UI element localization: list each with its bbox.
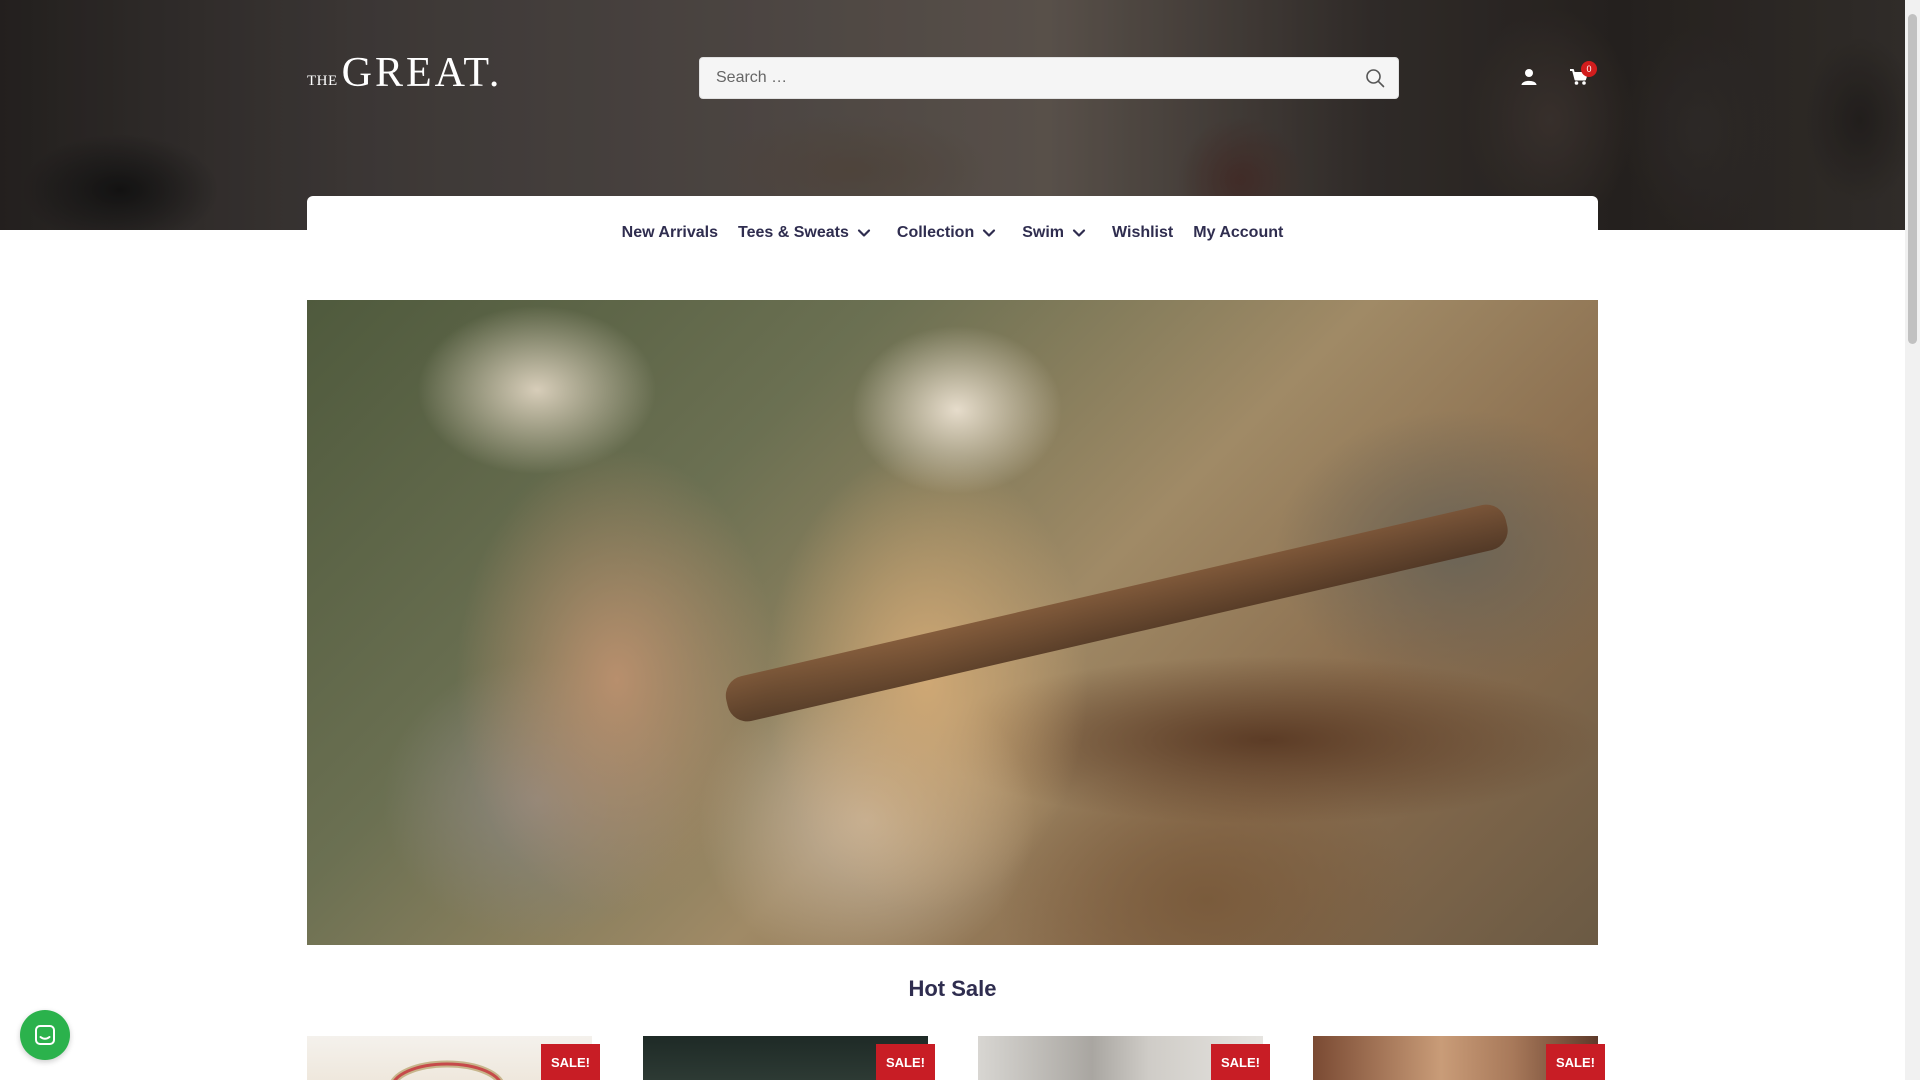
nav-item-swim[interactable]: Swim — [1012, 224, 1096, 242]
search-button[interactable] — [1352, 58, 1398, 98]
chevron-down-icon — [857, 229, 870, 237]
search-input[interactable] — [700, 58, 1352, 98]
nav-item-label: New Arrivals — [621, 224, 719, 241]
chat-icon — [35, 1025, 55, 1045]
logo-great: GREAT. — [341, 50, 503, 96]
nav-item-collection[interactable]: Collection — [887, 224, 1006, 242]
search-icon — [1366, 69, 1385, 88]
sale-badge: SALE! — [541, 1044, 600, 1080]
chat-widget-button[interactable] — [20, 1010, 70, 1060]
chevron-down-icon — [983, 229, 996, 237]
cart-count-badge: 0 — [1581, 61, 1597, 77]
sale-badge: SALE! — [876, 1044, 935, 1080]
logo-the: THE — [307, 73, 338, 89]
main-navigation: New Arrivals Tees & Sweats Collection Sw… — [307, 196, 1598, 270]
nav-item-label: Swim — [1022, 224, 1065, 241]
user-icon[interactable] — [1520, 68, 1538, 86]
site-logo[interactable]: THE GREAT. — [307, 52, 502, 94]
sale-badge: SALE! — [1211, 1044, 1270, 1080]
search-form — [699, 57, 1399, 99]
hero-banner-image[interactable] — [307, 300, 1598, 945]
nav-item-label: My Account — [1193, 224, 1284, 241]
nav-item-my-account[interactable]: My Account — [1183, 224, 1293, 242]
section-title-hot-sale: Hot Sale — [908, 976, 997, 1001]
nav-item-new-arrivals[interactable]: New Arrivals — [612, 224, 728, 242]
sale-badge: SALE! — [1546, 1044, 1605, 1080]
chevron-down-icon — [1072, 229, 1086, 237]
nav-item-label: Collection — [896, 224, 975, 241]
nav-item-label: Wishlist — [1112, 224, 1174, 241]
hero-bench-shape — [721, 500, 1512, 726]
nav-item-label: Tees & Sweats — [738, 224, 849, 241]
nav-item-wishlist[interactable]: Wishlist — [1102, 224, 1183, 242]
scrollbar-thumb[interactable] — [1908, 14, 1917, 344]
nav-item-tees-sweats[interactable]: Tees & Sweats — [728, 224, 881, 242]
